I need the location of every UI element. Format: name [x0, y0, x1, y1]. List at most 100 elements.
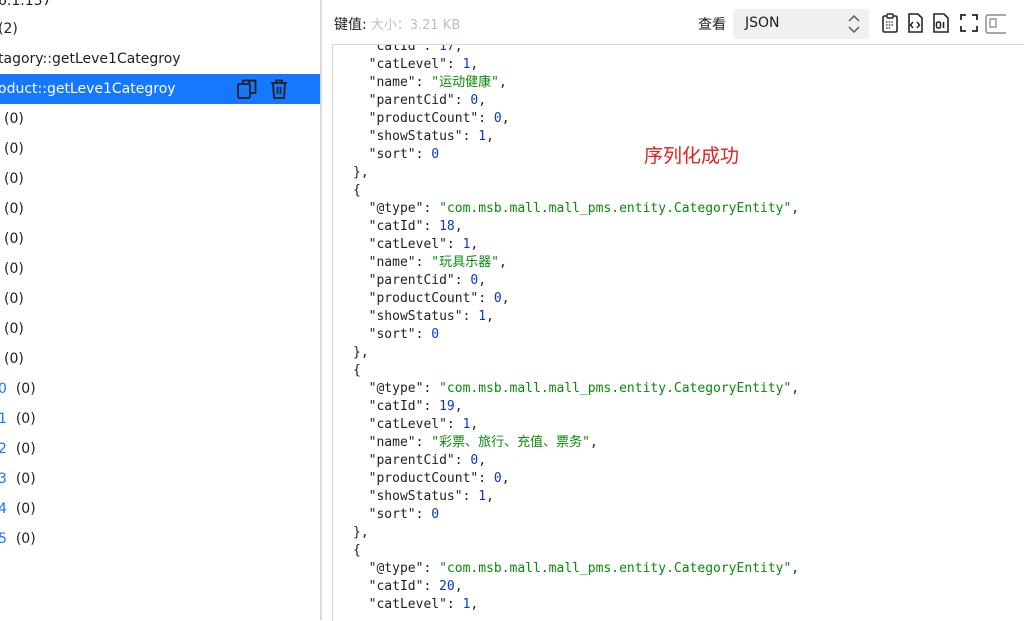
- code-line: "name": "玩具乐器",: [353, 254, 507, 272]
- code-token: "name":: [353, 255, 432, 270]
- code-token: 19: [439, 399, 455, 414]
- view-label: 查看: [698, 17, 726, 33]
- key-tree-item[interactable]: 1 (0): [0, 404, 320, 434]
- key-tree-item[interactable]: 4 (0): [0, 494, 320, 524]
- fullscreen-icon[interactable]: [958, 12, 980, 34]
- key-tree-item[interactable]: 0 (0): [0, 374, 320, 404]
- key-tree-item[interactable]: tagory::getLeve1Categroy: [0, 44, 320, 74]
- code-token: "catId":: [353, 44, 440, 54]
- binary-icon[interactable]: [930, 12, 952, 34]
- key-tree-item-label: (0): [4, 194, 24, 224]
- key-tree-item-text: (0): [4, 231, 24, 247]
- key-tree-item[interactable]: (0): [0, 224, 320, 254]
- key-tree-item-index: 3: [0, 471, 7, 487]
- key-tree-item[interactable]: (0): [0, 194, 320, 224]
- key-tree-item[interactable]: (0): [0, 254, 320, 284]
- key-tree-item-selected[interactable]: oduct::getLeve1Categroy: [0, 74, 320, 104]
- code-line: {: [353, 182, 361, 200]
- key-tree-item-text: (0): [15, 441, 36, 457]
- code-line: "showStatus": 1,: [353, 128, 494, 146]
- code-token: "@type":: [353, 201, 440, 216]
- code-token: "productCount":: [353, 291, 494, 306]
- key-tree-item[interactable]: (0): [0, 164, 320, 194]
- code-token: "parentCid":: [353, 273, 471, 288]
- code-token: ,: [589, 435, 598, 450]
- code-line: "sort": 0: [353, 506, 439, 524]
- code-token: "parentCid":: [353, 93, 471, 108]
- code-token: ,: [454, 579, 463, 594]
- save-icon[interactable]: [984, 12, 1006, 34]
- code-token: "com.msb.mall.mall_pms.entity.CategoryEn…: [439, 201, 792, 216]
- key-tree-item[interactable]: (0): [0, 134, 320, 164]
- code-token: "showStatus":: [353, 129, 479, 144]
- copy-icon[interactable]: [236, 78, 258, 100]
- code-token: "name":: [353, 75, 432, 90]
- code-token: ,: [501, 291, 510, 306]
- key-tree-item[interactable]: 5 (0): [0, 524, 320, 554]
- code-line: "catLevel": 1,: [353, 236, 479, 254]
- key-tree-item-text: (0): [4, 351, 24, 367]
- key-tree-item-label: 4 (0): [0, 494, 36, 524]
- key-tree-item[interactable]: (0): [0, 284, 320, 314]
- code-token: ,: [470, 57, 479, 72]
- clipboard-icon[interactable]: [879, 12, 901, 34]
- code-token: ,: [791, 561, 800, 576]
- key-tree-item[interactable]: (0): [0, 344, 320, 374]
- key-tree-item-text: (0): [15, 531, 36, 547]
- code-token: ,: [478, 93, 487, 108]
- code-token: "name":: [353, 435, 432, 450]
- key-tree-item-index: 1: [0, 411, 7, 427]
- key-tree-item[interactable]: (2): [0, 14, 320, 44]
- code-token: ,: [486, 129, 494, 144]
- trash-icon[interactable]: [268, 78, 290, 100]
- code-line: {: [353, 542, 361, 560]
- code-line: "parentCid": 0,: [353, 92, 486, 110]
- code-line: "showStatus": 1,: [353, 308, 494, 326]
- code-line: {: [353, 362, 361, 380]
- code-token: },: [353, 165, 369, 180]
- key-tree-item-label: (0): [4, 344, 24, 374]
- key-tree-item[interactable]: (0): [0, 104, 320, 134]
- value-header: 键值: 大小：3.21 KB 查看 JSON: [322, 0, 1024, 44]
- code-token: 0: [431, 507, 440, 522]
- code-token: ,: [478, 453, 487, 468]
- code-line: "@type": "com.msb.mall.mall_pms.entity.C…: [353, 200, 799, 218]
- key-tree-item[interactable]: (0): [0, 314, 320, 344]
- key-tree-item[interactable]: 2 (0): [0, 434, 320, 464]
- code-line: "sort": 0: [353, 146, 439, 164]
- code-token: ,: [498, 255, 507, 270]
- code-line: "catId": 20,: [353, 578, 463, 596]
- code-token: ,: [470, 237, 479, 252]
- code-token: ,: [498, 75, 507, 90]
- code-line: "@type": "com.msb.mall.mall_pms.entity.C…: [353, 380, 799, 398]
- code-token: 1: [478, 309, 487, 324]
- code-token: ,: [791, 201, 800, 216]
- key-tree-item[interactable]: 3 (0): [0, 464, 320, 494]
- value-panel: 键值: 大小：3.21 KB 查看 JSON "catId": 17, "cat…: [322, 0, 1024, 621]
- code-token: },: [353, 525, 369, 540]
- annotation-text: 序列化成功: [644, 145, 740, 167]
- code-line: },: [353, 524, 369, 542]
- code-token: {: [353, 363, 361, 378]
- code-line: "@type": "com.msb.mall.mall_pms.entity.C…: [353, 560, 799, 578]
- key-tree-item-label: (0): [4, 284, 24, 314]
- format-select[interactable]: JSON: [733, 9, 869, 39]
- value-key-label: 键值: 大小：3.21 KB: [334, 14, 460, 34]
- code-icon[interactable]: [904, 12, 926, 34]
- size-label: 大小：3.21 KB: [370, 18, 461, 33]
- code-token: ,: [454, 399, 463, 414]
- key-tree-item-text: (0): [4, 201, 24, 217]
- code-token: ,: [501, 471, 510, 486]
- code-token: 0: [493, 471, 502, 486]
- code-line: "showStatus": 1,: [353, 488, 494, 506]
- key-actions: [236, 78, 290, 100]
- code-line: "catId": 18,: [353, 218, 463, 236]
- key-tree-item-label: (0): [4, 164, 24, 194]
- code-token: 17: [439, 44, 455, 54]
- json-editor[interactable]: "catId": 17, "catLevel": 1, "name": "运动健…: [332, 44, 1024, 621]
- code-token: },: [353, 345, 369, 360]
- code-token: 0: [493, 291, 502, 306]
- code-token: "com.msb.mall.mall_pms.entity.CategoryEn…: [439, 381, 792, 396]
- code-token: "parentCid":: [353, 453, 471, 468]
- key-tree-item-text: (0): [4, 261, 24, 277]
